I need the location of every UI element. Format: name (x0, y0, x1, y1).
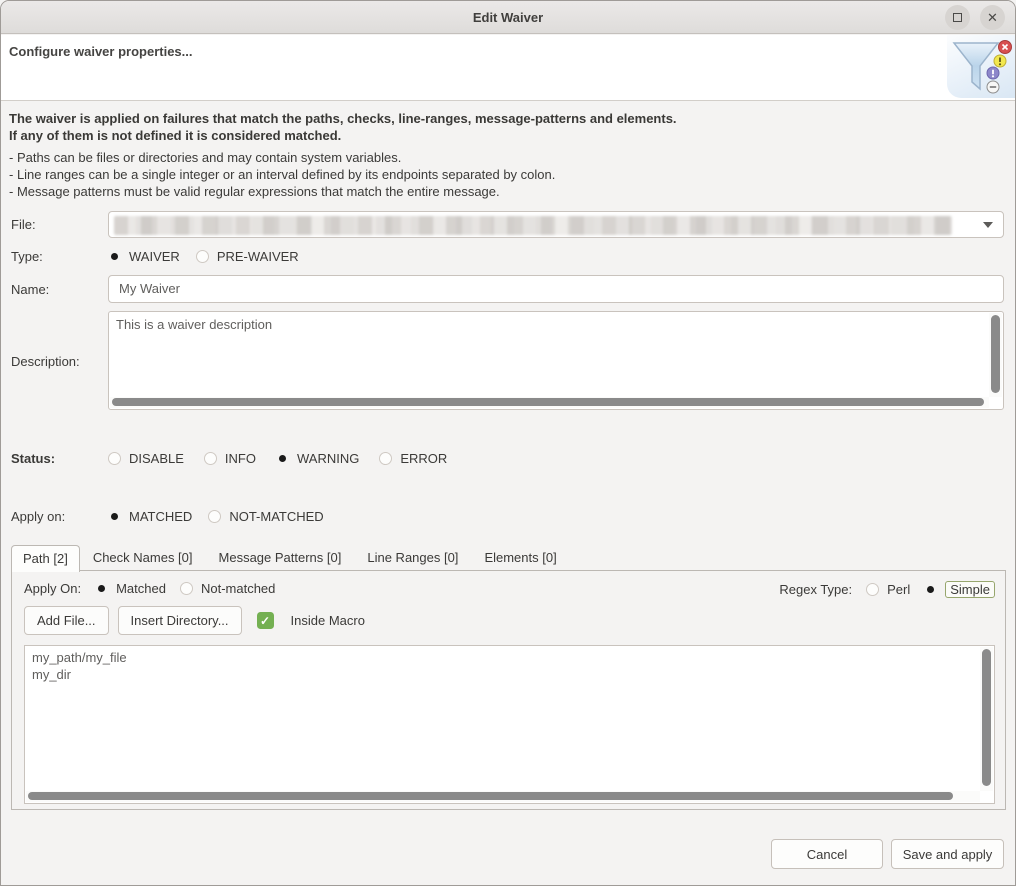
file-combobox[interactable] (108, 211, 1004, 238)
tab-message-patterns[interactable]: Message Patterns [0] (206, 544, 355, 571)
tab-bar: Path [2] Check Names [0] Message Pattern… (11, 544, 570, 571)
inside-macro-checkbox[interactable]: ✓ (257, 612, 274, 629)
save-and-apply-button[interactable]: Save and apply (891, 839, 1004, 869)
waiver-funnel-icon (947, 35, 1015, 98)
radio-label: INFO (225, 451, 256, 466)
maximize-icon (953, 13, 962, 22)
radio-warning[interactable]: WARNING (276, 451, 359, 466)
paths-horizontal-scrollbar[interactable] (26, 791, 980, 802)
path-entry: my_path/my_file (32, 649, 127, 666)
intro-note-message-patterns: - Message patterns must be valid regular… (9, 184, 500, 199)
paths-textarea[interactable]: my_path/my_file my_dir (24, 645, 995, 804)
radio-unselected-icon (204, 452, 217, 465)
add-file-button[interactable]: Add File... (24, 606, 109, 635)
titlebar[interactable]: Edit Waiver ✕ (1, 1, 1015, 34)
radio-selected-icon (95, 582, 108, 595)
radio-label: WAIVER (129, 249, 180, 264)
radio-selected-icon (276, 452, 289, 465)
intro-line-1: The waiver is applied on failures that m… (9, 111, 677, 126)
checkmark-icon: ✓ (260, 614, 270, 628)
radio-info[interactable]: INFO (204, 451, 256, 466)
intro-note-paths: - Paths can be files or directories and … (9, 150, 401, 165)
radio-unselected-icon (196, 250, 209, 263)
scrollbar-thumb[interactable] (991, 315, 1000, 393)
tab-path[interactable]: Path [2] (11, 545, 80, 572)
radio-label: Not-matched (201, 581, 275, 596)
description-textarea[interactable]: This is a waiver description (108, 311, 1004, 410)
close-button[interactable]: ✕ (980, 5, 1005, 30)
radio-unselected-icon (108, 452, 121, 465)
radio-selected-icon (108, 510, 121, 523)
radio-disable[interactable]: DISABLE (108, 451, 184, 466)
type-radio-group: WAIVER PRE-WAIVER (108, 248, 299, 264)
radio-selected-icon (924, 583, 937, 596)
dropdown-arrow-icon[interactable] (983, 222, 993, 228)
scrollbar-thumb[interactable] (112, 398, 984, 406)
dialog-subtitle: Configure waiver properties... (9, 44, 193, 59)
radio-matched[interactable]: MATCHED (108, 509, 192, 524)
radio-label: Perl (887, 582, 910, 597)
radio-label: Matched (116, 581, 166, 596)
description-horizontal-scrollbar[interactable] (110, 397, 989, 408)
radio-perl[interactable]: Perl (866, 582, 910, 597)
file-label: File: (11, 217, 36, 232)
dialog-header: Configure waiver properties... (1, 35, 1015, 101)
intro-note-line-ranges: - Line ranges can be a single integer or… (9, 167, 555, 182)
radio-label: NOT-MATCHED (229, 509, 323, 524)
maximize-button[interactable] (945, 5, 970, 30)
inside-macro-label: Inside Macro (291, 613, 365, 628)
radio-unselected-icon (379, 452, 392, 465)
edit-waiver-dialog: Edit Waiver ✕ Configure waiver propertie… (0, 0, 1016, 886)
tab-line-ranges[interactable]: Line Ranges [0] (354, 544, 471, 571)
radio-label: DISABLE (129, 451, 184, 466)
path-tab-panel: Apply On: Matched Not-matched Regex Type… (11, 570, 1006, 810)
radio-waiver[interactable]: WAIVER (108, 249, 180, 264)
radio-simple[interactable]: Simple (924, 581, 995, 598)
radio-label: WARNING (297, 451, 359, 466)
scrollbar-thumb[interactable] (28, 792, 953, 800)
panel-button-row: Add File... Insert Directory... ✓ Inside… (24, 606, 365, 635)
status-label: Status: (11, 451, 55, 466)
type-label: Type: (11, 249, 43, 264)
radio-label: ERROR (400, 451, 447, 466)
regex-type-label: Regex Type: (779, 582, 852, 597)
radio-pre-waiver[interactable]: PRE-WAIVER (196, 249, 299, 264)
radio-selected-icon (108, 250, 121, 263)
intro-line-2: If any of them is not defined it is cons… (9, 128, 341, 143)
radio-not-matched-panel[interactable]: Not-matched (180, 581, 275, 596)
apply-on-label: Apply on: (11, 509, 65, 524)
tab-check-names[interactable]: Check Names [0] (80, 544, 206, 571)
path-entry: my_dir (32, 666, 71, 683)
close-icon: ✕ (987, 11, 998, 24)
panel-apply-on-label: Apply On: (24, 581, 81, 596)
description-vertical-scrollbar[interactable] (989, 313, 1002, 397)
description-label: Description: (11, 354, 80, 369)
cancel-button[interactable]: Cancel (771, 839, 883, 869)
radio-unselected-icon (866, 583, 879, 596)
radio-error[interactable]: ERROR (379, 451, 447, 466)
window-title: Edit Waiver (1, 1, 1015, 34)
radio-label: MATCHED (129, 509, 192, 524)
regex-type-group: Regex Type: Perl Simple (779, 581, 995, 598)
radio-label-focused: Simple (945, 581, 995, 598)
description-text: This is a waiver description (116, 316, 272, 333)
paths-vertical-scrollbar[interactable] (980, 647, 993, 791)
radio-matched-panel[interactable]: Matched (95, 581, 166, 596)
radio-label: PRE-WAIVER (217, 249, 299, 264)
tab-elements[interactable]: Elements [0] (471, 544, 569, 571)
radio-not-matched[interactable]: NOT-MATCHED (208, 509, 323, 524)
panel-apply-on-group: Apply On: Matched Not-matched (24, 581, 275, 596)
radio-unselected-icon (208, 510, 221, 523)
status-radio-group: DISABLE INFO WARNING ERROR (108, 450, 447, 466)
apply-on-radio-group: MATCHED NOT-MATCHED (108, 508, 324, 524)
name-input[interactable]: My Waiver (108, 275, 1004, 303)
scrollbar-thumb[interactable] (982, 649, 991, 786)
radio-unselected-icon (180, 582, 193, 595)
insert-directory-button[interactable]: Insert Directory... (118, 606, 242, 635)
name-label: Name: (11, 282, 49, 297)
file-redacted-value (114, 216, 952, 235)
